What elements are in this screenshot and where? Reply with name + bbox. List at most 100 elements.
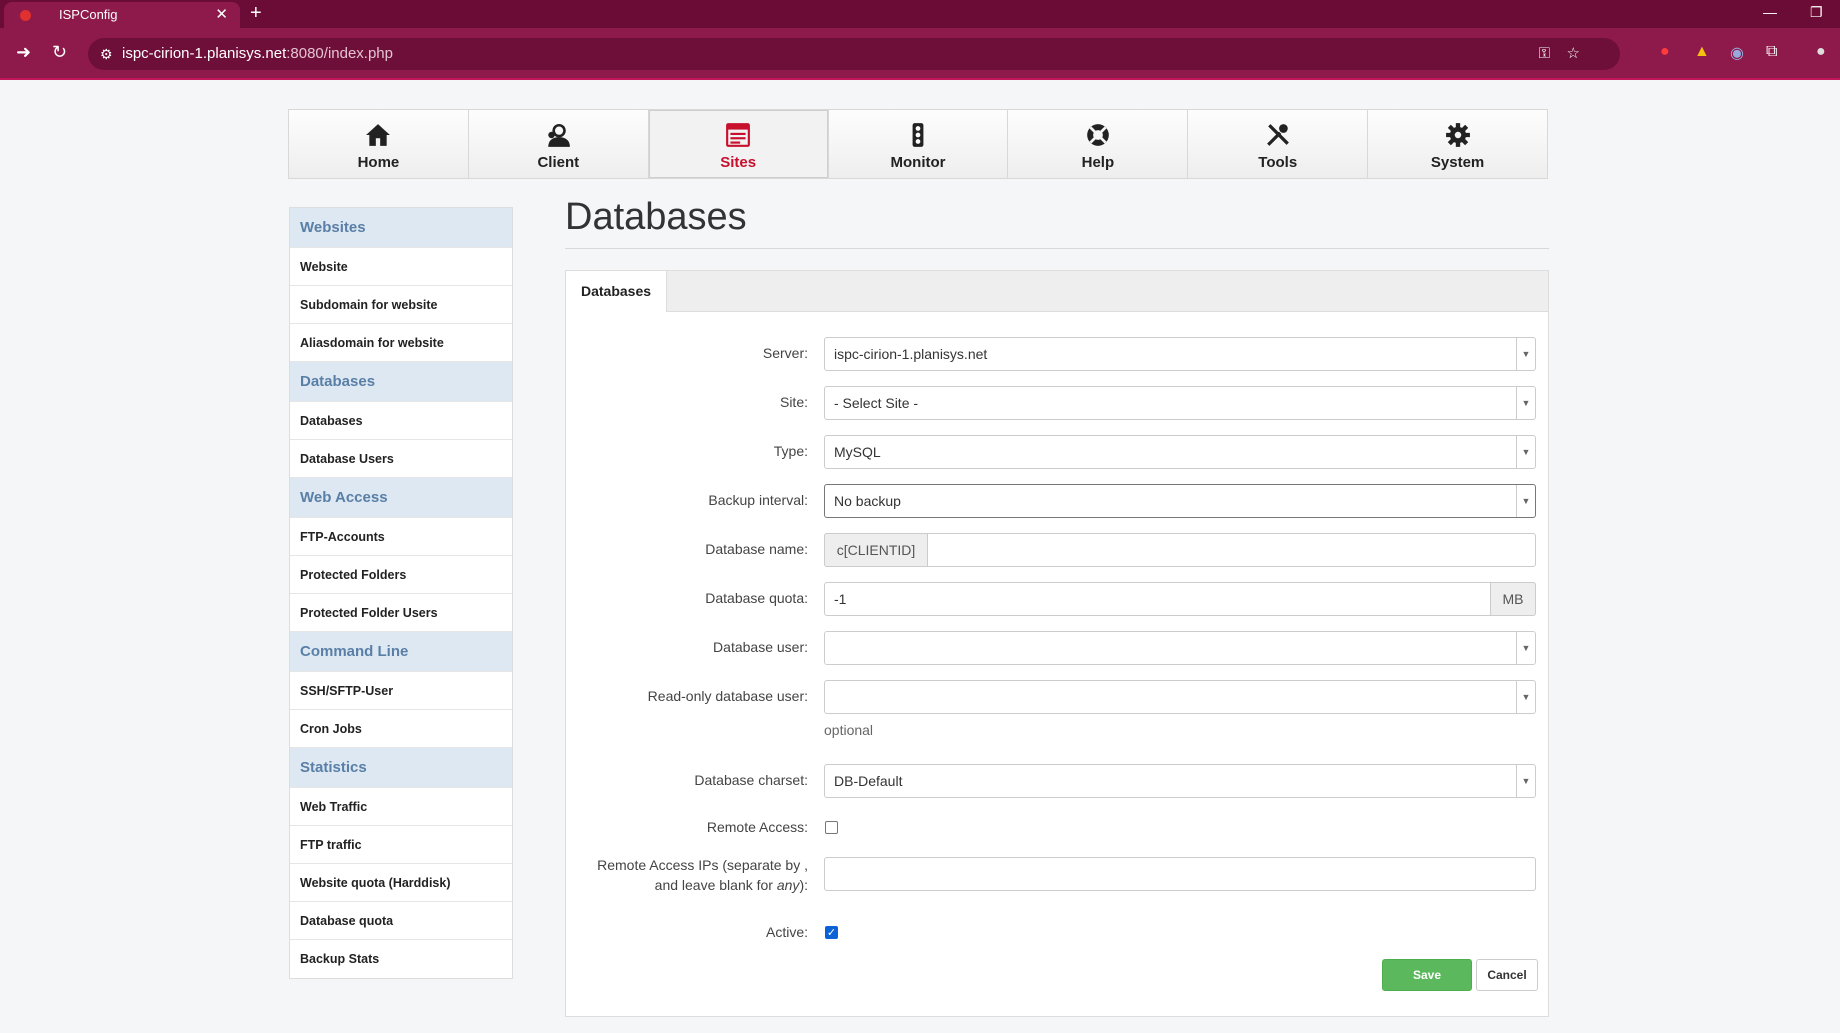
browser-tab[interactable]: ISPConfig ✕	[4, 2, 240, 28]
chevron-down-icon: ▼	[1516, 485, 1535, 517]
url-host: ispc-cirion-1.planisys.net	[122, 45, 287, 62]
nav-system-label: System	[1430, 154, 1485, 171]
restore-button[interactable]: ❐	[1810, 4, 1823, 21]
site-label: Site:	[779, 394, 808, 410]
sidebar-item-cron-jobs[interactable]: Cron Jobs	[290, 710, 512, 748]
sidebar-item-subdomain[interactable]: Subdomain for website	[290, 286, 512, 324]
remote-ips-label: Remote Access IPs (separate by , and leav…	[597, 855, 808, 895]
drive-extension-icon[interactable]: ▲	[1694, 43, 1710, 61]
title-divider	[565, 248, 1549, 249]
bookmark-star-icon[interactable]: ☆	[1567, 38, 1580, 70]
cancel-button[interactable]: Cancel	[1476, 959, 1538, 991]
reload-icon[interactable]: ↻	[52, 42, 67, 63]
extension-red-icon[interactable]: ●	[1660, 43, 1670, 61]
sidebar-item-web-traffic[interactable]: Web Traffic	[290, 788, 512, 826]
charset-value: DB-Default	[834, 773, 903, 789]
remote-access-checkbox[interactable]	[825, 821, 838, 834]
database-name-group: c[CLIENTID]	[824, 533, 1536, 567]
sidebar-item-website[interactable]: Website	[290, 248, 512, 286]
tab-title: ISPConfig	[59, 7, 118, 22]
key-icon[interactable]: ⚿	[1539, 38, 1550, 70]
nav-monitor[interactable]: Monitor	[828, 110, 1009, 178]
save-button[interactable]: Save	[1382, 959, 1472, 991]
dbuser-label: Database user:	[713, 639, 808, 655]
readonly-user-select[interactable]: ▼	[824, 680, 1536, 714]
database-user-select[interactable]: ▼	[824, 631, 1536, 665]
remote-ips-label-end: ):	[799, 877, 808, 893]
chevron-down-icon: ▼	[1516, 765, 1535, 797]
dbname-prefix: c[CLIENTID]	[824, 533, 928, 567]
rouser-label: Read-only database user:	[647, 688, 808, 704]
backup-label: Backup interval:	[708, 492, 808, 508]
nav-client[interactable]: Client	[468, 110, 649, 178]
quota-value: -1	[834, 591, 847, 607]
nav-home-label: Home	[357, 154, 400, 171]
sidebar-item-protected-folders[interactable]: Protected Folders	[290, 556, 512, 594]
url-path: :8080/index.php	[286, 45, 393, 62]
active-label: Active:	[765, 924, 808, 940]
chevron-down-icon: ▼	[1516, 632, 1535, 664]
tools-icon	[1266, 124, 1289, 146]
site-select[interactable]: - Select Site - ▼	[824, 386, 1536, 420]
remote-ips-label-any: any	[776, 877, 800, 893]
sidebar-section-websites: Websites	[290, 208, 512, 248]
sidebar-item-ftp-accounts[interactable]: FTP-Accounts	[290, 518, 512, 556]
site-value: - Select Site -	[834, 395, 919, 411]
tab-close-icon[interactable]: ✕	[215, 2, 228, 28]
sidebar-item-aliasdomain[interactable]: Aliasdomain for website	[290, 324, 512, 362]
site-info-icon[interactable]: ⚙	[100, 38, 113, 70]
remote-label: Remote Access:	[706, 819, 808, 835]
sidebar-item-database-users[interactable]: Database Users	[290, 440, 512, 478]
remote-ips-label-line2: and leave blank for	[654, 877, 777, 893]
sidebar-item-website-quota[interactable]: Website quota (Harddisk)	[290, 864, 512, 902]
sidebar-item-ssh-sftp-user[interactable]: SSH/SFTP-User	[290, 672, 512, 710]
browser-toolbar: ➜ ↻ ⚙ ispc-cirion-1.planisys.net:8080/in…	[0, 28, 1840, 80]
nav-system[interactable]: System	[1368, 110, 1548, 178]
charset-select[interactable]: DB-Default ▼	[824, 764, 1536, 798]
new-tab-button[interactable]: +	[250, 0, 262, 26]
nav-client-label: Client	[537, 154, 580, 171]
extension-circle-icon[interactable]: ◉	[1730, 43, 1744, 63]
sites-icon	[726, 123, 751, 147]
server-value: ispc-cirion-1.planisys.net	[834, 346, 988, 362]
type-select[interactable]: MySQL ▼	[824, 435, 1536, 469]
server-select[interactable]: ispc-cirion-1.planisys.net ▼	[824, 337, 1536, 371]
chevron-down-icon: ▼	[1516, 387, 1535, 419]
sidebar-item-database-quota[interactable]: Database quota	[290, 902, 512, 940]
dbname-label: Database name:	[705, 541, 808, 557]
nav-home[interactable]: Home	[289, 110, 469, 178]
system-icon	[1445, 123, 1470, 147]
quota-unit: MB	[1490, 582, 1536, 616]
remote-ips-input[interactable]	[824, 857, 1536, 891]
address-bar[interactable]: ⚙ ispc-cirion-1.planisys.net:8080/index.…	[88, 38, 1620, 70]
form-tabs: Databases	[566, 271, 1548, 312]
charset-label: Database charset:	[694, 772, 808, 788]
sidebar-item-ftp-traffic[interactable]: FTP traffic	[290, 826, 512, 864]
nav-tools-label: Tools	[1258, 154, 1298, 171]
profile-avatar-icon[interactable]: ●	[1816, 43, 1826, 61]
page-title: Databases	[565, 196, 747, 238]
database-quota-input[interactable]: -1 MB	[824, 582, 1536, 616]
quota-label: Database quota:	[705, 590, 808, 606]
sidebar-section-command-line: Command Line	[290, 632, 512, 672]
type-label: Type:	[773, 443, 808, 459]
browser-tab-strip: ISPConfig ✕ + — ❐	[0, 0, 1840, 28]
chevron-down-icon: ▼	[1516, 436, 1535, 468]
nav-sites[interactable]: Sites	[648, 110, 829, 178]
nav-help[interactable]: Help	[1008, 110, 1189, 178]
sidebar-item-backup-stats[interactable]: Backup Stats	[290, 940, 512, 978]
sidebar-section-web-access: Web Access	[290, 478, 512, 518]
backup-interval-select[interactable]: No backup ▼	[824, 484, 1536, 518]
minimize-button[interactable]: —	[1763, 4, 1777, 20]
sidebar-section-databases: Databases	[290, 362, 512, 402]
tab-databases[interactable]: Databases	[566, 271, 668, 312]
sidebar-item-protected-folder-users[interactable]: Protected Folder Users	[290, 594, 512, 632]
favicon-icon	[20, 10, 31, 21]
nav-tools[interactable]: Tools	[1188, 110, 1369, 178]
extensions-puzzle-icon[interactable]: ⧉	[1766, 43, 1777, 61]
sidebar-item-databases[interactable]: Databases	[290, 402, 512, 440]
toolbar-accent-line	[0, 78, 1840, 80]
active-checkbox[interactable]: ✓	[825, 926, 838, 939]
form-panel: Databases Server: ispc-cirion-1.planisys…	[565, 270, 1549, 1017]
forward-icon[interactable]: ➜	[16, 42, 31, 63]
